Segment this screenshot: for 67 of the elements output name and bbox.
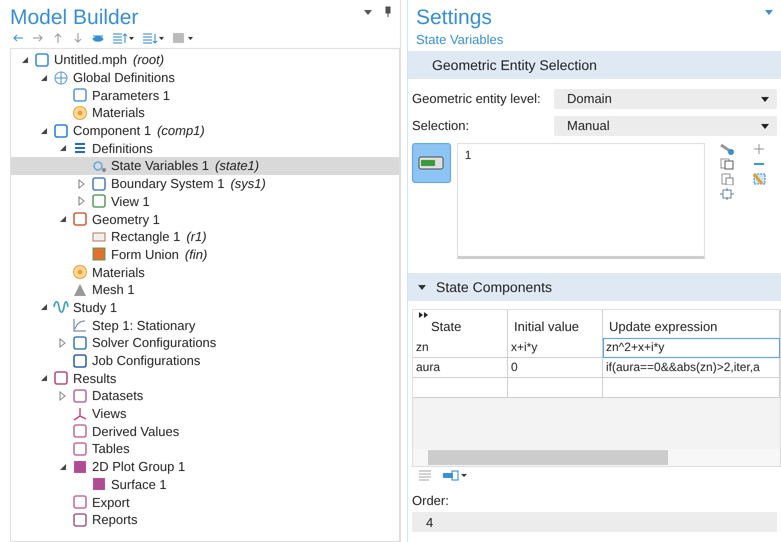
tree-item[interactable]: 2D Plot Group 1 (11, 458, 399, 476)
column-header[interactable]: Update expression (603, 310, 780, 338)
tree-item[interactable]: Reports (11, 510, 399, 529)
tree-item[interactable]: Untitled.mph (root) (11, 51, 399, 69)
layout-icon[interactable] (172, 32, 194, 44)
mesh-icon (72, 282, 88, 298)
tree-item[interactable]: Materials (11, 104, 399, 122)
list-icon[interactable] (418, 469, 434, 481)
globe-icon (53, 70, 69, 86)
panel-title: Settings (416, 6, 492, 30)
section-header[interactable]: State Components (408, 273, 781, 301)
tree-item[interactable]: Mesh 1 (11, 280, 399, 299)
axes-icon (72, 406, 88, 422)
tree-item[interactable]: Definitions (11, 139, 399, 158)
paste-icon[interactable] (719, 173, 735, 185)
field-label: Order: (411, 492, 450, 510)
list-item[interactable]: 1 (464, 148, 697, 162)
order-dropdown[interactable]: 4 (412, 512, 777, 532)
tree-item[interactable]: Results (11, 369, 399, 388)
tree-item[interactable]: Surface 1 (11, 476, 399, 494)
active-toggle-button[interactable] (412, 143, 451, 183)
zoom-to-selection-icon[interactable] (719, 188, 735, 200)
field-label: Selection: (412, 118, 470, 133)
tree-item[interactable]: Datasets (11, 387, 399, 405)
table-cell[interactable] (603, 378, 780, 398)
up-arrow-icon[interactable] (52, 32, 64, 44)
copy-icon[interactable] (719, 158, 735, 170)
tree-item[interactable]: Geometry 1 (11, 210, 399, 228)
section-header[interactable]: Geometric Entity Selection (408, 51, 781, 79)
tree-item[interactable]: Solver Configurations (11, 334, 399, 352)
tree-item[interactable]: View 1 (11, 192, 399, 210)
tree-item[interactable]: Parameters 1 (11, 86, 399, 104)
tree-item[interactable]: Step 1: Stationary (11, 316, 399, 334)
tree-item[interactable]: Tables (11, 440, 399, 458)
tree-item[interactable]: Materials (11, 263, 399, 281)
tree-item[interactable]: Views (11, 404, 399, 422)
horizontal-scrollbar[interactable] (413, 449, 780, 466)
move-icon[interactable] (442, 469, 468, 481)
forward-arrow-icon[interactable] (32, 32, 44, 44)
tree-item[interactable]: Study 1 (11, 298, 399, 316)
plus-icon[interactable] (751, 143, 767, 155)
clear-selection-icon[interactable] (751, 173, 767, 185)
panel-subtitle: State Variables (415, 31, 504, 49)
dropdown[interactable]: Manual (554, 116, 777, 136)
toggle-icon (418, 156, 444, 170)
tree-item[interactable]: Rectangle 1 (r1) (11, 228, 399, 246)
paint-icon[interactable] (719, 143, 735, 155)
table-cell[interactable]: zn^2+x+i*y (603, 338, 780, 358)
tree-item[interactable]: Boundary System 1 (sys1) (11, 174, 399, 192)
table-cell[interactable] (508, 378, 603, 398)
collapse-list-icon[interactable] (142, 32, 164, 44)
expand-list-icon[interactable] (112, 32, 134, 44)
down-arrow-icon[interactable] (72, 32, 84, 44)
field-label: Geometric entity level: (412, 91, 542, 106)
tree-item[interactable]: Global Definitions (11, 68, 399, 86)
tree-item[interactable]: Component 1 (comp1) (11, 122, 399, 140)
dropdown[interactable]: Domain (554, 88, 777, 108)
tree-item[interactable]: Derived Values (11, 422, 399, 440)
panel-title: Model Builder (10, 6, 138, 30)
tree-item[interactable]: Form Union (fin) (11, 246, 399, 264)
double-arrow-icon (419, 311, 429, 319)
tree-item[interactable]: Job Configurations (11, 352, 399, 370)
tree-item[interactable]: State Variables 1 (state1) (11, 157, 399, 175)
tree-item[interactable]: Export (11, 493, 399, 511)
back-arrow-icon[interactable] (12, 32, 24, 44)
selection-list[interactable]: 1 (456, 143, 705, 259)
table-cell[interactable] (413, 378, 508, 398)
